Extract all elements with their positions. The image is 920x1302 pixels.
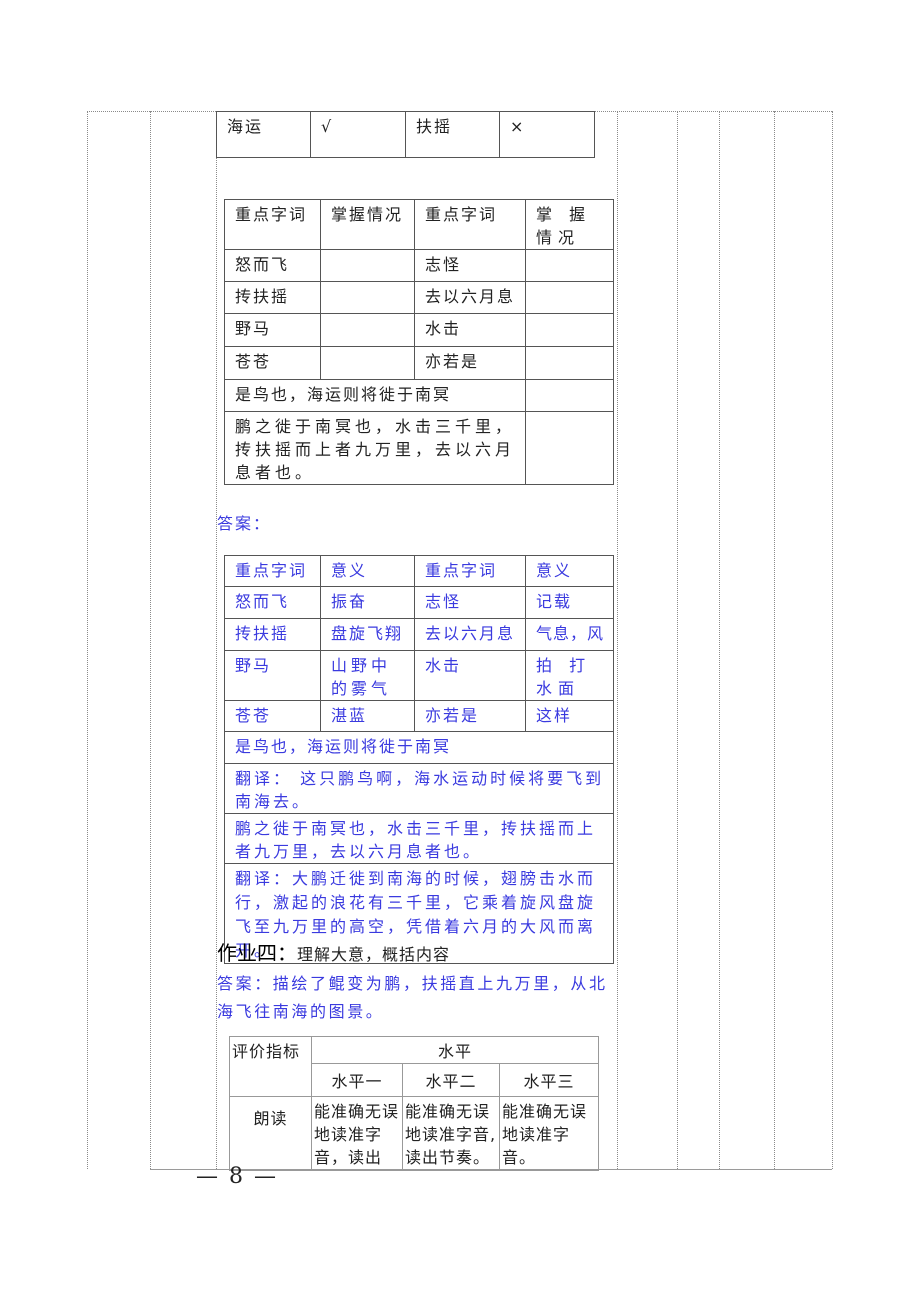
table-row: 鹏之徙于南冥也，水击三千里，抟扶摇而上者九万里，去以六月息者也。 (224, 411, 614, 485)
meaning-cell: 这样 (525, 700, 614, 732)
word-cell: 亦若是 (414, 700, 526, 732)
header-cell: 重点字词 (414, 555, 526, 587)
page-number: — 8 — (196, 1164, 278, 1189)
word-cell: 抟扶摇 (224, 281, 321, 314)
level-header: 水平 (310, 1036, 600, 1064)
word-cell: 扶摇 (405, 111, 500, 158)
header-cell: 意义 (525, 555, 614, 587)
cross-mark-cell: × (499, 111, 595, 158)
evaluation-table: 评价指标 水平 水平一 水平二 水平三 朗读 能准确无误地读准字音，读出 能准确… (229, 1036, 600, 1171)
word-cell: 苍苍 (224, 346, 321, 380)
mastery-input-cell[interactable] (320, 281, 415, 314)
meaning-cell: 拍 打 水面 (525, 650, 614, 701)
header-cell: 意义 (320, 555, 415, 587)
homework4-subtitle: 理解大意，概括内容 (297, 945, 451, 964)
level-header: 水平一 (311, 1063, 403, 1097)
mastery-input-cell[interactable] (525, 411, 614, 485)
header-cell: 掌握情况 (320, 199, 415, 250)
homework4-answer: 答案：描绘了鲲变为鹏，扶摇直上九万里，从北海飞往南海的图景。 (217, 974, 608, 1021)
check-mark-cell: √ (310, 111, 406, 158)
table-row: 苍苍 湛蓝 亦若是 这样 (224, 700, 614, 732)
check-table: 海运 √ 扶摇 × (216, 111, 595, 158)
mastery-input-cell[interactable] (525, 379, 614, 412)
table-row: 野马 水击 (224, 313, 614, 347)
mastery-input-cell[interactable] (320, 249, 415, 282)
translation-cell: 翻译： 这只鹏鸟啊，海水运动时候将要飞到南海去。 (224, 763, 614, 814)
exercise-table: 重点字词 掌握情况 重点字词 掌 握 情况 怒而飞 志怪 抟扶摇 去以六月息 野… (224, 199, 614, 485)
mastery-input-cell[interactable] (320, 313, 415, 347)
table-row: 苍苍 亦若是 (224, 346, 614, 380)
header-cell: 掌 握 情况 (525, 199, 614, 250)
mastery-input-cell[interactable] (525, 346, 614, 380)
table-row: 野马 山野中的雾气 水击 拍 打 水面 (224, 650, 614, 701)
meaning-cell: 振奋 (320, 586, 415, 619)
header-cell: 重点字词 (224, 199, 321, 250)
level-header: 水平三 (498, 1063, 600, 1097)
table-row: 鹏之徙于南冥也，水击三千里，抟扶摇而上者九万里，去以六月息者也。 (224, 813, 614, 864)
mastery-input-cell[interactable] (320, 346, 415, 380)
table-row: 是鸟也，海运则将徙于南冥 (224, 731, 614, 764)
header-cell: 重点字词 (224, 555, 321, 587)
table-row: 抟扶摇 去以六月息 (224, 281, 614, 314)
level-cell: 能准确无误地读准字音,读出节奏。 (402, 1096, 500, 1171)
indicator-cell: 朗读 (229, 1096, 312, 1171)
table-header-row: 重点字词 意义 重点字词 意义 (224, 555, 614, 587)
word-cell: 野马 (224, 650, 321, 701)
word-cell: 去以六月息 (414, 281, 526, 314)
frame-col-line (774, 111, 775, 1169)
word-cell: 水击 (414, 313, 526, 347)
indicator-header: 评价指标 (229, 1036, 312, 1097)
frame-col-line (677, 111, 678, 1169)
word-cell: 去以六月息 (414, 618, 526, 651)
word-cell: 怒而飞 (224, 586, 321, 619)
frame-col-line (150, 111, 151, 1169)
word-cell: 野马 (224, 313, 321, 347)
level-cell: 能准确无误地读准字音。 (498, 1096, 600, 1171)
meaning-cell: 盘旋飞翔 (320, 618, 415, 651)
level-cell: 能准确无误地读准字音，读出 (311, 1096, 403, 1171)
level-header: 水平二 (402, 1063, 500, 1097)
mastery-input-cell[interactable] (525, 313, 614, 347)
table-row: 是鸟也，海运则将徙于南冥 (224, 379, 614, 412)
table-row: 朗读 能准确无误地读准字音，读出 能准确无误地读准字音,读出节奏。 能准确无误地… (229, 1096, 600, 1171)
meaning-cell: 湛蓝 (320, 700, 415, 732)
meaning-cell: 记载 (525, 586, 614, 619)
frame-col-line (832, 111, 833, 1169)
homework4-title: 作业四： (217, 941, 297, 965)
word-cell: 志怪 (414, 249, 526, 282)
word-cell: 怒而飞 (224, 249, 321, 282)
mastery-input-cell[interactable] (525, 281, 614, 314)
frame-col-line (87, 111, 88, 1169)
answer-table: 重点字词 意义 重点字词 意义 怒而飞 振奋 志怪 记载 抟扶摇 盘旋飞翔 去以… (224, 555, 614, 964)
meaning-cell: 山野中的雾气 (320, 650, 415, 701)
table-row: 怒而飞 振奋 志怪 记载 (224, 586, 614, 619)
header-cell: 重点字词 (414, 199, 526, 250)
word-cell: 水击 (414, 650, 526, 701)
frame-col-line (719, 111, 720, 1169)
word-cell: 亦若是 (414, 346, 526, 380)
sentence-cell: 鹏之徙于南冥也，水击三千里，抟扶摇而上者九万里，去以六月息者也。 (224, 411, 526, 485)
sentence-cell: 是鸟也，海运则将徙于南冥 (224, 731, 614, 764)
table-row: 怒而飞 志怪 (224, 249, 614, 282)
answer-label: 答案： (217, 514, 272, 533)
word-cell: 志怪 (414, 586, 526, 619)
meaning-cell: 气息，风 (525, 618, 614, 651)
sentence-cell: 是鸟也，海运则将徙于南冥 (224, 379, 526, 412)
table-row: 抟扶摇 盘旋飞翔 去以六月息 气息，风 (224, 618, 614, 651)
sentence-cell: 鹏之徙于南冥也，水击三千里，抟扶摇而上者九万里，去以六月息者也。 (224, 813, 614, 864)
table-row: 翻译： 这只鹏鸟啊，海水运动时候将要飞到南海去。 (224, 763, 614, 814)
mastery-input-cell[interactable] (525, 249, 614, 282)
table-header-row: 重点字词 掌握情况 重点字词 掌 握 情况 (224, 199, 614, 250)
word-cell: 抟扶摇 (224, 618, 321, 651)
homework4-heading: 作业四：理解大意，概括内容 (217, 937, 450, 966)
word-cell: 海运 (216, 111, 311, 158)
word-cell: 苍苍 (224, 700, 321, 732)
